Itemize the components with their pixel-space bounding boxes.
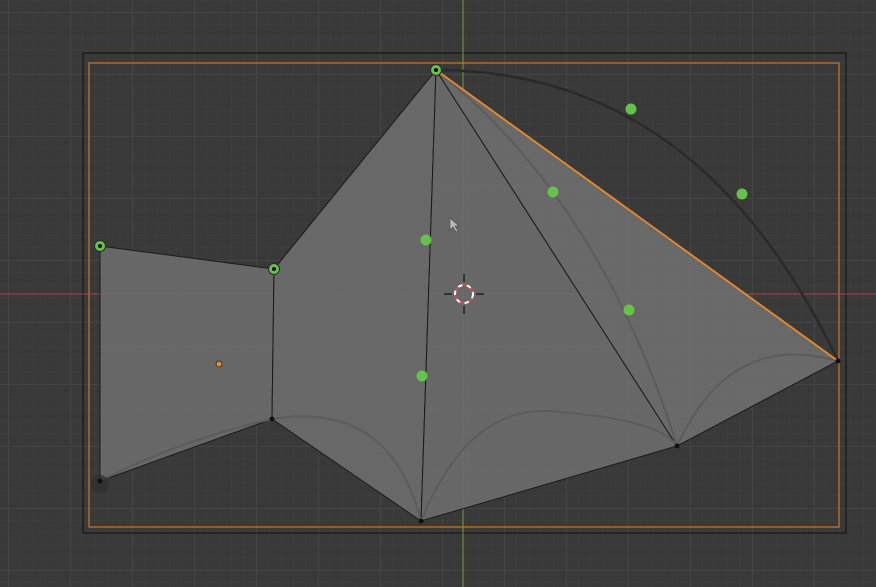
3d-viewport[interactable] xyxy=(0,0,876,587)
mesh-object[interactable] xyxy=(99,68,839,522)
vertex xyxy=(835,358,841,364)
vertex xyxy=(269,416,275,422)
edge-handle xyxy=(623,304,635,316)
object-origin-icon xyxy=(215,360,223,368)
vertex xyxy=(98,244,102,248)
viewport-canvas[interactable] xyxy=(0,0,876,587)
vertex xyxy=(418,518,424,524)
arc-handle xyxy=(625,103,637,115)
face-handle xyxy=(420,234,432,246)
arc-handle xyxy=(736,188,748,200)
vertex xyxy=(674,443,680,449)
vertex xyxy=(272,267,276,271)
mesh-face-middle[interactable] xyxy=(271,68,437,522)
edge-handle xyxy=(547,186,559,198)
vertex[interactable] xyxy=(97,478,103,484)
vertex-highlight xyxy=(91,475,109,493)
vertex xyxy=(434,68,438,72)
face-handle xyxy=(416,370,428,382)
mesh-face-left[interactable] xyxy=(99,245,275,482)
